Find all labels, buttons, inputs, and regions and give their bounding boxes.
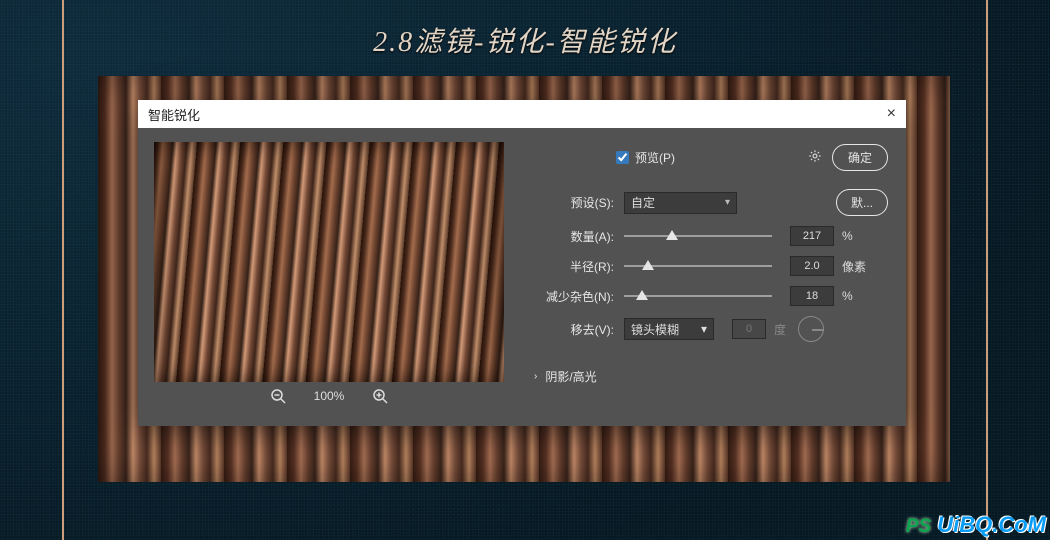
section-label: 阴影/高光 <box>545 368 596 385</box>
default-button[interactable]: 默... <box>836 189 888 216</box>
radius-label: 半径(R): <box>528 258 624 275</box>
preview-checkbox-row[interactable]: 预览(P) <box>616 149 675 166</box>
noise-unit: % <box>842 289 853 303</box>
noise-label: 减少杂色(N): <box>528 288 624 305</box>
chevron-down-icon: ▾ <box>701 322 707 336</box>
remove-select[interactable]: 镜头模糊 ▾ <box>624 318 714 340</box>
smart-sharpen-dialog: 智能锐化 × 100% 预览(P) <box>138 100 906 426</box>
preview-canvas[interactable] <box>154 142 504 382</box>
radius-input[interactable]: 2.0 <box>790 256 834 276</box>
preview-checkbox[interactable] <box>616 151 629 164</box>
zoom-in-icon[interactable] <box>372 388 388 404</box>
watermark: PSUiBQ.CoM <box>906 512 1046 538</box>
close-icon[interactable]: × <box>887 105 896 123</box>
preview-checkbox-label: 预览(P) <box>635 149 675 166</box>
preset-select[interactable]: 自定 ▾ <box>624 192 737 214</box>
amount-input[interactable]: 217 <box>790 226 834 246</box>
angle-unit: 度 <box>774 321 786 338</box>
page-title: 2.8滤镜-锐化-智能锐化 <box>0 20 1050 60</box>
remove-value: 镜头模糊 <box>631 321 679 338</box>
preset-label: 预设(S): <box>528 194 624 211</box>
radius-unit: 像素 <box>842 258 866 275</box>
zoom-out-icon[interactable] <box>270 388 286 404</box>
zoom-level: 100% <box>314 389 345 403</box>
radius-slider[interactable] <box>624 258 772 274</box>
preset-value: 自定 <box>631 194 655 211</box>
ok-button[interactable]: 确定 <box>832 144 888 171</box>
angle-input: 0 <box>732 319 766 339</box>
noise-slider[interactable] <box>624 288 772 304</box>
gear-icon[interactable] <box>808 149 822 166</box>
dialog-titlebar: 智能锐化 × <box>138 100 906 128</box>
amount-unit: % <box>842 229 853 243</box>
noise-input[interactable]: 18 <box>790 286 834 306</box>
remove-label: 移去(V): <box>528 321 624 338</box>
amount-label: 数量(A): <box>528 228 624 245</box>
amount-slider[interactable] <box>624 228 772 244</box>
chevron-right-icon: › <box>534 371 537 382</box>
chevron-down-icon: ▾ <box>725 197 730 208</box>
angle-dial[interactable] <box>798 316 824 342</box>
shadows-highlights-section[interactable]: › 阴影/高光 <box>534 368 888 385</box>
dialog-title-text: 智能锐化 <box>148 105 200 124</box>
